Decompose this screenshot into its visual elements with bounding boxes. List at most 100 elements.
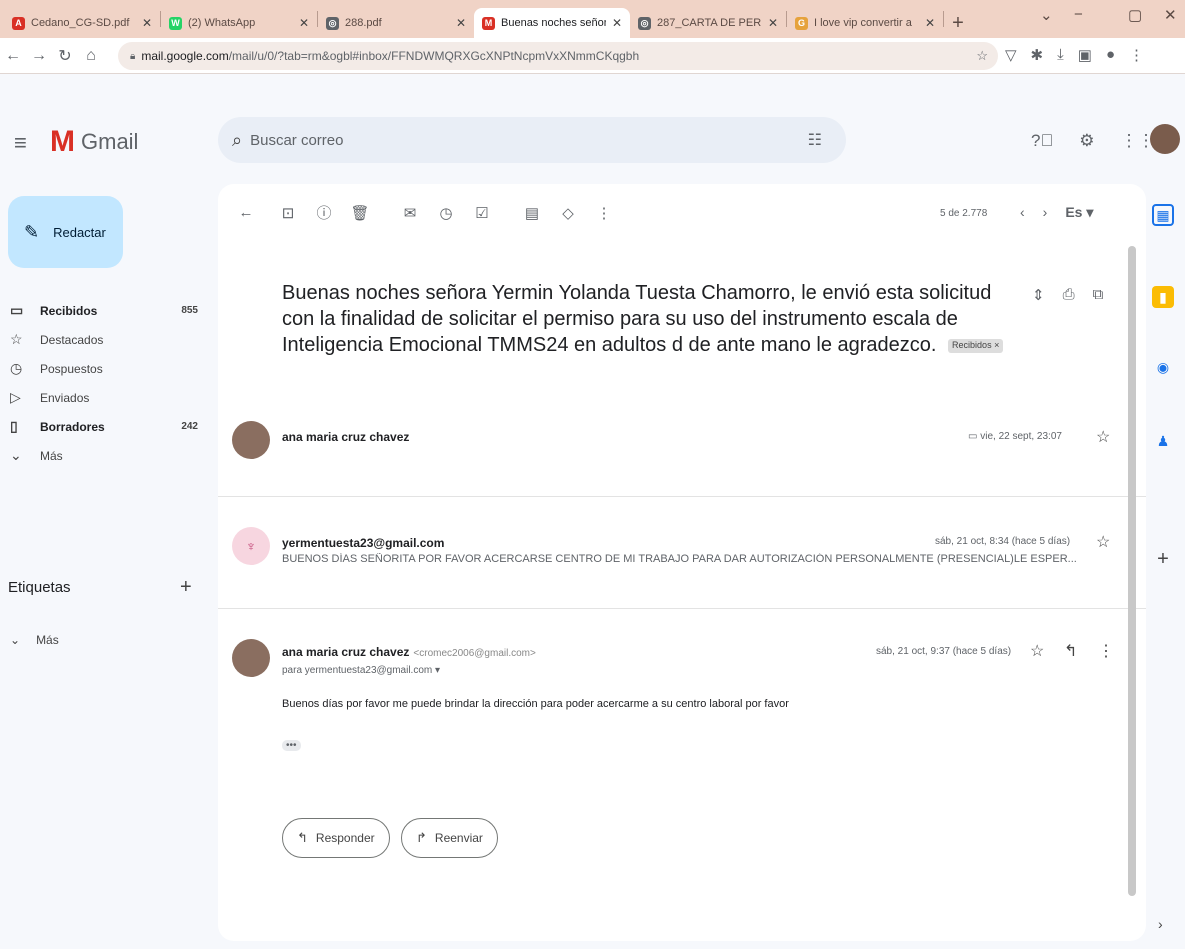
star-icon[interactable]: ☆: [1096, 532, 1110, 552]
forward-button[interactable]: ↱ Reenviar: [401, 818, 498, 858]
message-sender[interactable]: yermentuesta23@gmail.com: [282, 536, 444, 550]
reply-button[interactable]: ↰ Responder: [282, 818, 390, 858]
contacts-icon[interactable]: ♟: [1152, 430, 1174, 452]
label-icon[interactable]: ◇: [550, 204, 586, 222]
tab-label: I love vip convertir a: [814, 17, 912, 29]
delete-icon[interactable]: 🗑︎: [342, 204, 378, 222]
help-icon[interactable]: ?⃝: [1031, 131, 1053, 151]
minimize-icon[interactable]: −: [1074, 6, 1083, 23]
sender-avatar[interactable]: [232, 639, 270, 677]
labels-more[interactable]: ⌄ Más: [10, 633, 59, 647]
new-tab-icon[interactable]: +: [944, 8, 972, 38]
more-options-icon[interactable]: ⋮: [586, 204, 622, 222]
tasks-icon[interactable]: ◉: [1152, 356, 1174, 378]
download-icon[interactable]: ⤓: [1057, 46, 1064, 64]
back-icon[interactable]: ←: [0, 47, 26, 65]
star-icon[interactable]: ☆: [1096, 427, 1110, 447]
tab-close-icon[interactable]: ✕: [612, 16, 622, 30]
lock-icon[interactable]: 🔒︎: [130, 51, 135, 62]
archive-icon[interactable]: ⊡: [270, 204, 306, 222]
home-icon[interactable]: ⌂: [78, 47, 104, 65]
search-bar[interactable]: ⌕ Buscar correo ☷: [218, 117, 846, 163]
sender-avatar[interactable]: [232, 421, 270, 459]
older-icon[interactable]: ›: [1043, 204, 1048, 221]
extension-icon[interactable]: ▽: [1005, 46, 1017, 64]
print-icon[interactable]: ⎙: [1063, 286, 1075, 304]
browser-tab[interactable]: ◎ 287_CARTA DE PERM ✕: [630, 8, 786, 38]
search-input[interactable]: Buscar correo: [250, 132, 343, 149]
url-input[interactable]: 🔒︎ mail.google.com/mail/u/0/?tab=rm&ogbl…: [118, 42, 998, 70]
attachment-icon: ▭: [968, 431, 978, 442]
pencil-icon: ✎: [24, 221, 40, 242]
tab-close-icon[interactable]: ✕: [925, 16, 935, 30]
sidebar-item[interactable]: ▷ Enviados: [0, 383, 210, 412]
browser-tab[interactable]: M Buenas noches señor ✕: [474, 8, 630, 38]
recipient-line[interactable]: para yermentuesta23@gmail.com ▾: [282, 665, 440, 676]
sidebar-item-count: 242: [181, 421, 198, 432]
sidebar-item[interactable]: ◷ Pospuestos: [0, 354, 210, 383]
message-sender[interactable]: ana maria cruz chavez <cromec2006@gmail.c…: [282, 645, 536, 659]
add-app-icon[interactable]: +: [1152, 548, 1174, 570]
main-menu-icon[interactable]: ≡: [14, 130, 27, 156]
back-to-inbox-icon[interactable]: ←: [228, 204, 264, 221]
tab-close-icon[interactable]: ✕: [456, 16, 466, 30]
add-label-icon[interactable]: +: [180, 576, 192, 599]
message-date: ▭ vie, 22 sept, 23:07: [968, 431, 1062, 442]
sidebar-item[interactable]: ▯ Borradores 242: [0, 412, 210, 441]
expand-all-icon[interactable]: ⇕: [1032, 286, 1045, 304]
show-trimmed-content[interactable]: •••: [282, 740, 301, 751]
keep-icon[interactable]: ▮: [1152, 286, 1174, 308]
tab-close-icon[interactable]: ✕: [299, 16, 309, 30]
sender-avatar[interactable]: ♆: [232, 527, 270, 565]
account-avatar[interactable]: [1150, 124, 1180, 154]
tab-close-icon[interactable]: ✕: [142, 16, 152, 30]
profile-icon[interactable]: ●: [1106, 46, 1115, 64]
puzzle-icon[interactable]: ✱: [1031, 46, 1044, 64]
newer-icon[interactable]: ‹: [1020, 204, 1025, 221]
move-to-icon[interactable]: ▤: [514, 204, 550, 222]
menu-icon[interactable]: ⋮: [1129, 46, 1144, 64]
close-window-icon[interactable]: ✕: [1164, 6, 1177, 24]
sidebar-item[interactable]: ▭ Recibidos 855: [0, 296, 210, 325]
gmail-logo[interactable]: M Gmail: [50, 127, 138, 157]
report-spam-icon[interactable]: ⓘ: [306, 202, 342, 223]
forward-icon[interactable]: →: [26, 47, 52, 65]
send-icon: ▷: [10, 389, 21, 405]
calendar-icon[interactable]: ▦: [1152, 204, 1174, 226]
search-icon[interactable]: ⌕: [232, 130, 242, 151]
sidebar-item[interactable]: ⌄ Más: [0, 441, 210, 470]
star-icon[interactable]: ☆: [1030, 641, 1044, 661]
browser-tab[interactable]: A Cedano_CG-SD.pdf ✕: [4, 8, 160, 38]
reply-icon: ↰: [297, 830, 308, 845]
browser-tab[interactable]: ◎ 288.pdf ✕: [318, 8, 474, 38]
tab-close-icon[interactable]: ✕: [768, 16, 778, 30]
tab-search-icon[interactable]: ⌄: [1040, 6, 1053, 24]
open-new-window-icon[interactable]: ⧉: [1093, 286, 1104, 304]
url-path: /mail/u/0/?tab=rm&ogbl#inbox/FFNDWMQRXGc…: [228, 49, 640, 63]
sidepanel-icon[interactable]: ▣: [1078, 46, 1092, 64]
settings-icon[interactable]: ⚙: [1079, 131, 1094, 151]
show-side-panel-icon[interactable]: ›: [1158, 916, 1163, 932]
input-language-select[interactable]: Es ▾: [1065, 204, 1093, 221]
reload-icon[interactable]: ↻: [52, 46, 78, 66]
message-toolbar: ← ⊡ ⓘ 🗑︎ ✉ ◷ ☑ ▤ ◇ ⋮: [228, 202, 622, 223]
reply-icon[interactable]: ↰: [1064, 641, 1077, 661]
inbox-label-chip[interactable]: Recibidos ×: [948, 338, 1004, 353]
mark-unread-icon[interactable]: ✉: [392, 204, 428, 222]
snooze-icon[interactable]: ◷: [428, 204, 464, 222]
browser-tab[interactable]: W (2) WhatsApp ✕: [161, 8, 317, 38]
browser-tab[interactable]: G I love vip convertir a ✕: [787, 8, 943, 38]
message-sender[interactable]: ana maria cruz chavez: [282, 430, 409, 444]
thread-subject: Buenas noches señora Yermin Yolanda Tues…: [282, 280, 1024, 358]
bookmark-star-icon[interactable]: ☆: [976, 48, 988, 64]
message-date: sáb, 21 oct, 8:34 (hace 5 días): [935, 536, 1071, 547]
sidebar-item-label: Enviados: [40, 390, 90, 405]
sidebar-item[interactable]: ☆ Destacados: [0, 325, 210, 354]
compose-button[interactable]: ✎ Redactar: [8, 196, 123, 268]
more-options-icon[interactable]: ⋮: [1098, 641, 1114, 661]
maximize-icon[interactable]: ▢: [1128, 6, 1142, 24]
scrollbar[interactable]: [1128, 246, 1136, 896]
message-snippet[interactable]: BUENOS DÍAS SEÑORITA POR FAVOR ACERCARSE…: [282, 553, 1102, 565]
add-task-icon[interactable]: ☑: [464, 204, 500, 222]
search-options-icon[interactable]: ☷: [808, 130, 822, 150]
